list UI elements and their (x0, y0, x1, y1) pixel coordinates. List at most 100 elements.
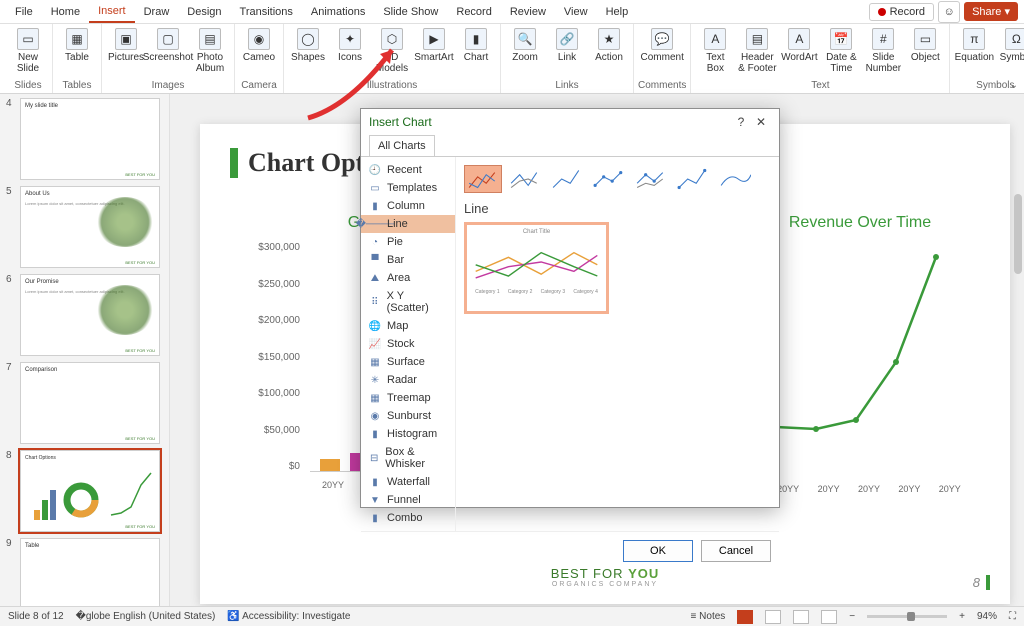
ribbon-3d-models[interactable]: ⬡3DModels (372, 26, 412, 74)
chart-type-waterfall[interactable]: ▮Waterfall (361, 473, 455, 491)
ribbon-comment[interactable]: 💬Comment (642, 26, 682, 63)
record-button[interactable]: Record (869, 3, 934, 21)
thumbnail-9[interactable]: TableBEST FOR YOU (20, 538, 160, 606)
chart-type-bar[interactable]: ▀Bar (361, 251, 455, 269)
tab-file[interactable]: File (6, 2, 42, 22)
fit-button[interactable]: ⛶ (1009, 611, 1016, 622)
slide-thumbnails-panel[interactable]: 4My slide titleBEST FOR YOU5About UsLore… (0, 94, 170, 606)
chart-type-pie[interactable]: ◔Pie (361, 233, 455, 251)
chart-type-list[interactable]: 🕘Recent▭Templates▮Column�────Line◔Pie▀Ba… (361, 157, 456, 531)
thumbnail-7[interactable]: ComparisonBEST FOR YOU (20, 362, 160, 444)
thumbnail-8[interactable]: Chart OptionsBEST FOR YOU (20, 450, 160, 532)
status-language[interactable]: �globe English (United States) (76, 611, 216, 622)
ribbon-date-time[interactable]: 📅Date &Time (821, 26, 861, 74)
vertical-scrollbar[interactable] (1014, 194, 1022, 274)
ribbon-wordart[interactable]: AWordArt (779, 26, 819, 63)
ribbon-header-footer[interactable]: ▤Header& Footer (737, 26, 777, 74)
ribbon-action[interactable]: ★Action (589, 26, 629, 63)
line-subtype-2[interactable] (506, 165, 544, 193)
3d-models-icon: ⬡ (381, 28, 403, 50)
view-sorter-button[interactable] (765, 610, 781, 624)
ribbon-photo-album[interactable]: ▤PhotoAlbum (190, 26, 230, 74)
line-subtype-3[interactable] (548, 165, 586, 193)
chart-type-funnel[interactable]: ▼Funnel (361, 491, 455, 509)
zoom-level[interactable]: 94% (977, 611, 997, 622)
dialog-help-button[interactable]: ? (731, 115, 751, 129)
ribbon-collapse-button[interactable]: ⌄ (1010, 80, 1018, 91)
ribbon-slide-number[interactable]: #SlideNumber (863, 26, 903, 74)
chart-type-combo[interactable]: ▮Combo (361, 509, 455, 527)
ok-button[interactable]: OK (623, 540, 693, 562)
view-reading-button[interactable] (793, 610, 809, 624)
tab-home[interactable]: Home (42, 2, 89, 22)
thumbnail-6[interactable]: Our PromiseLorem ipsum dolor sit amet, c… (20, 274, 160, 356)
chart-type-map[interactable]: 🌐Map (361, 317, 455, 335)
line-subtype-1[interactable] (464, 165, 502, 193)
chart-type-icon: ⊟ (369, 452, 379, 464)
share-button[interactable]: Share ▾ (964, 2, 1018, 21)
ribbon-text-box[interactable]: ATextBox (695, 26, 735, 74)
cancel-button[interactable]: Cancel (701, 540, 771, 562)
chart-type-icon: ⛰ (369, 272, 381, 284)
ribbon-chart[interactable]: ▮Chart (456, 26, 496, 63)
ribbon-link[interactable]: 🔗Link (547, 26, 587, 63)
view-normal-button[interactable] (737, 610, 753, 624)
line-subtype-6[interactable] (674, 165, 712, 193)
tab-record[interactable]: Record (447, 2, 500, 22)
thumbnail-5[interactable]: About UsLorem ipsum dolor sit amet, cons… (20, 186, 160, 268)
dialog-close-button[interactable]: ✕ (751, 115, 771, 129)
ribbon-icons[interactable]: ✦Icons (330, 26, 370, 63)
tab-review[interactable]: Review (501, 2, 555, 22)
notes-button[interactable]: ≡ Notes (691, 611, 726, 622)
chart-type-sunburst[interactable]: ◉Sunburst (361, 407, 455, 425)
ribbon-table[interactable]: ▦Table (57, 26, 97, 63)
tab-design[interactable]: Design (178, 2, 230, 22)
chart-type-icon: 📈 (369, 338, 381, 350)
dialog-titlebar[interactable]: Insert Chart ? ✕ (361, 109, 779, 135)
zoom-out-button[interactable]: − (849, 611, 855, 622)
zoom-in-button[interactable]: + (959, 611, 965, 622)
tab-animations[interactable]: Animations (302, 2, 374, 22)
zoom-slider[interactable] (867, 615, 947, 618)
chart-type-area[interactable]: ⛰Area (361, 269, 455, 287)
ribbon-smartart[interactable]: ▶SmartArt (414, 26, 454, 63)
ribbon-pictures[interactable]: ▣Pictures (106, 26, 146, 63)
ribbon-cameo[interactable]: ◉Cameo (239, 26, 279, 63)
chart-type-box-whisker[interactable]: ⊟Box & Whisker (361, 443, 455, 473)
line-subtype-4[interactable] (590, 165, 628, 193)
ribbon-new-slide[interactable]: ▭NewSlide (8, 26, 48, 74)
chart-type-line[interactable]: �────Line (361, 215, 455, 233)
ribbon-screenshot[interactable]: ▢Screenshot (148, 26, 188, 63)
tab-help[interactable]: Help (597, 2, 638, 22)
feedback-button[interactable]: ☺ (938, 1, 960, 23)
chart-type-treemap[interactable]: ▦Treemap (361, 389, 455, 407)
ribbon-shapes[interactable]: ◯Shapes (288, 26, 328, 63)
thumbnail-4[interactable]: My slide titleBEST FOR YOU (20, 98, 160, 180)
chart-type-radar[interactable]: ✳Radar (361, 371, 455, 389)
line-subtype-5[interactable] (632, 165, 670, 193)
chart-type-label: Histogram (387, 428, 437, 440)
tab-view[interactable]: View (555, 2, 597, 22)
chart-type-histogram[interactable]: ▮Histogram (361, 425, 455, 443)
tab-transitions[interactable]: Transitions (231, 2, 302, 22)
chart-type-surface[interactable]: ▦Surface (361, 353, 455, 371)
chart-type-recent[interactable]: 🕘Recent (361, 161, 455, 179)
tab-draw[interactable]: Draw (135, 2, 179, 22)
ribbon-equation[interactable]: πEquation (954, 26, 994, 63)
chart-preview[interactable]: Chart Title Category 1Category 2Category… (464, 222, 609, 314)
view-slideshow-button[interactable] (821, 610, 837, 624)
status-accessibility[interactable]: ♿ Accessibility: Investigate (227, 611, 350, 622)
ribbon-zoom[interactable]: 🔍Zoom (505, 26, 545, 63)
right-chart[interactable]: Revenue Over Time 000000000000000$0 20YY… (750, 214, 970, 492)
ribbon-object[interactable]: ▭Object (905, 26, 945, 63)
thumbnail-wrap-7: 7ComparisonBEST FOR YOU (6, 362, 163, 444)
chart-type-x-y-scatter-[interactable]: ⠿X Y (Scatter) (361, 287, 455, 317)
tab-insert[interactable]: Insert (89, 1, 135, 23)
dialog-tab-allcharts[interactable]: All Charts (369, 135, 435, 156)
line-subtype-7[interactable] (716, 165, 754, 193)
chart-type-templates[interactable]: ▭Templates (361, 179, 455, 197)
tab-slideshow[interactable]: Slide Show (374, 2, 447, 22)
chart-type-column[interactable]: ▮Column (361, 197, 455, 215)
ribbon-symbol[interactable]: ΩSymbol (996, 26, 1024, 63)
chart-type-stock[interactable]: 📈Stock (361, 335, 455, 353)
